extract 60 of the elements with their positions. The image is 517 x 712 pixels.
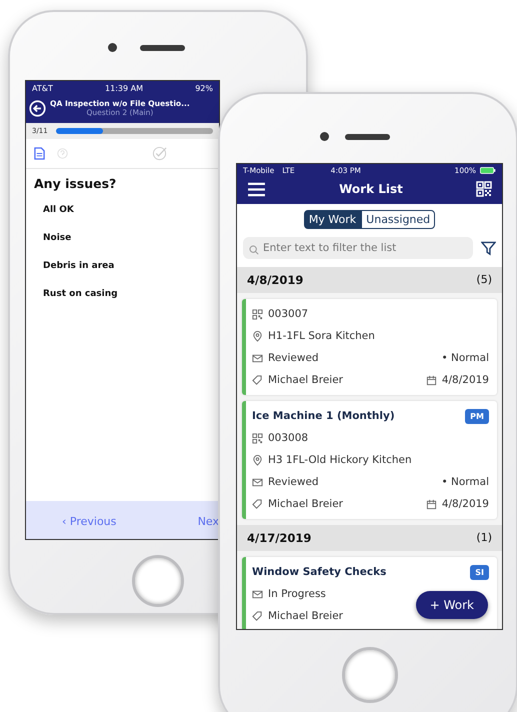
camera-dot [108, 43, 117, 52]
question-text: Any issues? [34, 176, 116, 191]
qr-code-icon [252, 432, 263, 444]
location-pin-icon [252, 454, 263, 466]
due-date: 4/8/2019 [442, 498, 489, 510]
qr-code-icon[interactable] [476, 181, 492, 197]
battery-text: 92% [195, 83, 213, 95]
time-text: 11:39 AM [105, 83, 144, 95]
tag-icon [252, 498, 263, 510]
checkmark-icon[interactable] [152, 146, 167, 161]
search-icon [249, 245, 259, 255]
segment-tab[interactable]: Unassigned [361, 210, 436, 229]
envelope-icon [252, 476, 263, 488]
tag-icon [252, 374, 263, 386]
envelope-icon [252, 352, 263, 364]
carrier-text: AT&T [32, 83, 53, 95]
location-text: H3 1FL-Old Hickory Kitchen [268, 454, 412, 466]
assignee-name: Michael Breier [268, 610, 343, 622]
status-text: Reviewed [268, 476, 319, 488]
document-icon[interactable] [34, 147, 45, 160]
add-work-button[interactable]: + Work [416, 591, 488, 619]
group-count: (5) [476, 273, 492, 287]
segment-tab[interactable]: My Work [304, 210, 362, 229]
work-order-card[interactable]: 003007 H1-1FL Sora Kitchen Reviewed • Normal Michael Breier 4/8/2019 [242, 299, 497, 395]
camera-dot [320, 132, 329, 141]
envelope-icon [252, 588, 263, 600]
qr-code-icon [252, 308, 263, 320]
group-date: 4/8/2019 [247, 273, 304, 287]
group-date: 4/17/2019 [247, 531, 312, 545]
tag-icon [252, 610, 263, 622]
priority-text: • Normal [441, 476, 489, 488]
search-field[interactable]: Enter text to filter the list [243, 237, 473, 259]
work-order-title: Ice Machine 1 (Monthly) [252, 410, 395, 422]
work-order-card[interactable]: Ice Machine 1 (Monthly) PM 003008 H3 1FL-Old Hickory Kitchen Reviewed • Normal Michael Breier 4/8/2019 [242, 401, 497, 519]
screen-title: Work List [339, 182, 403, 196]
asset-code: 003007 [268, 308, 308, 320]
type-badge: PM [465, 408, 489, 424]
work-order-title: Window Safety Checks [252, 566, 386, 578]
status-text: In Progress [268, 588, 326, 600]
answer-option[interactable]: All OK [43, 205, 74, 215]
battery-icon [480, 167, 496, 174]
status-text: Reviewed [268, 352, 319, 364]
answer-option[interactable]: Debris in area [43, 261, 114, 271]
answer-option[interactable]: Noise [43, 233, 72, 243]
location-pin-icon [252, 330, 263, 342]
due-date: 4/8/2019 [442, 374, 489, 386]
calendar-icon [426, 498, 437, 510]
menu-icon[interactable] [247, 182, 266, 196]
answer-option[interactable]: Rust on casing [43, 289, 118, 299]
location-text: H1-1FL Sora Kitchen [268, 330, 375, 342]
assignee-name: Michael Breier [268, 498, 343, 510]
speaker-slot [345, 134, 390, 140]
type-badge: SI [470, 564, 489, 580]
group-count: (1) [476, 531, 492, 545]
asset-code: 003008 [268, 432, 308, 444]
filter-icon[interactable] [481, 240, 496, 256]
calendar-icon [426, 374, 437, 386]
priority-text: • Normal [441, 352, 489, 364]
assignee-name: Michael Breier [268, 374, 343, 386]
speaker-slot [140, 45, 185, 51]
